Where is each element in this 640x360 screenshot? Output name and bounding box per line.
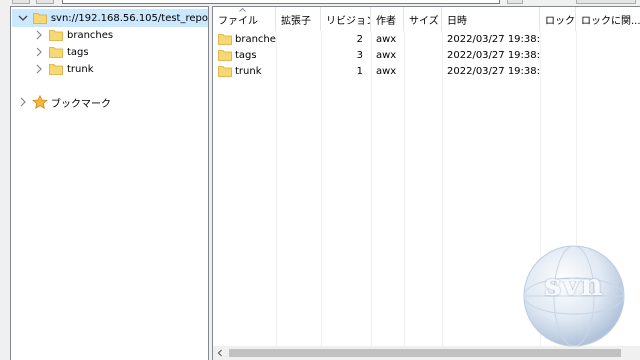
- chevron-right-icon[interactable]: [33, 63, 45, 75]
- cell-file: tags: [213, 47, 276, 63]
- cell-extension: [276, 63, 321, 79]
- cell-size: [404, 31, 442, 47]
- tree-item-label: ブックマーク: [51, 98, 111, 110]
- scroll-left-icon[interactable]: [215, 348, 225, 358]
- tree-item-root[interactable]: svn://192.168.56.105/test_repo: [12, 9, 208, 27]
- folder-icon: [218, 49, 232, 61]
- list-header: ファイル 拡張子 リビジョン 作者 サイズ 日時 ロック ロックに関...: [213, 7, 640, 31]
- cell-date: 2022/03/27 19:38:36: [447, 33, 540, 45]
- column-header-extension[interactable]: 拡張子: [276, 7, 321, 31]
- cell-file-name: trunk: [235, 65, 262, 77]
- list-body: branches 2 awx 2022/03/27 19:38:36 tags …: [213, 31, 640, 79]
- list-row-trunk[interactable]: trunk 1 awx 2022/03/27 19:38:34: [213, 63, 640, 79]
- column-header-label: 拡張子: [281, 15, 311, 27]
- folder-icon: [49, 46, 63, 58]
- cell-lock-info: [576, 47, 640, 63]
- column-separator: [321, 31, 322, 351]
- column-header-label: 作者: [376, 15, 396, 27]
- cell-extension: [276, 47, 321, 63]
- go-button[interactable]: [576, 0, 636, 4]
- column-header-label: リビジョン: [326, 15, 371, 27]
- column-header-date[interactable]: 日時: [442, 7, 540, 31]
- tree-item-label: branches: [67, 29, 114, 41]
- tree-item-label: svn://192.168.56.105/test_repo: [50, 12, 208, 24]
- cell-lock-info: [576, 31, 640, 47]
- star-icon: [32, 94, 48, 110]
- folder-icon: [49, 29, 63, 41]
- cell-author: awx: [376, 49, 397, 61]
- column-header-revision[interactable]: リビジョン: [321, 7, 371, 31]
- cell-revision: 3: [356, 49, 363, 61]
- chevron-right-icon[interactable]: [33, 29, 45, 41]
- tree-item-bookmarks[interactable]: ブックマーク: [12, 93, 208, 111]
- repository-tree[interactable]: svn://192.168.56.105/test_repo branches …: [10, 6, 209, 360]
- column-separator: [276, 31, 277, 351]
- url-input[interactable]: [62, 0, 500, 4]
- cell-date: 2022/03/27 19:38:34: [447, 65, 540, 77]
- cell-file-name: tags: [235, 49, 257, 61]
- chevron-down-icon[interactable]: [17, 12, 29, 24]
- column-header-lock-info[interactable]: ロックに関...: [576, 7, 640, 31]
- cell-extension: [276, 31, 321, 47]
- cell-lock: [540, 47, 576, 63]
- column-header-size[interactable]: サイズ: [404, 7, 442, 31]
- cell-lock: [540, 31, 576, 47]
- column-header-label: 日時: [447, 15, 467, 27]
- toolbar-strip: [0, 0, 640, 5]
- tree-item-label: tags: [67, 46, 89, 58]
- list-row-branches[interactable]: branches 2 awx 2022/03/27 19:38:36: [213, 31, 640, 47]
- cell-size: [404, 47, 442, 63]
- tree-item-trunk[interactable]: trunk: [12, 60, 208, 78]
- svn-logo-watermark: svn: [518, 240, 630, 352]
- column-header-label: ロック: [545, 15, 575, 27]
- folder-icon: [49, 63, 63, 75]
- url-dropdown-button[interactable]: [507, 0, 523, 4]
- tree-item-label: trunk: [67, 63, 94, 75]
- cell-date: 2022/03/27 19:38:38: [447, 49, 540, 61]
- tree-item-tags[interactable]: tags: [12, 43, 208, 61]
- tree-item-branches[interactable]: branches: [12, 26, 208, 44]
- column-separator: [442, 31, 443, 351]
- folder-icon: [218, 33, 232, 45]
- folder-icon: [32, 12, 47, 24]
- back-button[interactable]: [12, 0, 30, 4]
- watermark-text: svn: [544, 268, 604, 303]
- chevron-right-icon[interactable]: [33, 46, 45, 58]
- folder-icon: [218, 65, 232, 77]
- cell-revision: 2: [356, 33, 363, 45]
- column-header-label: サイズ: [409, 15, 439, 27]
- cell-file-name: branches: [235, 33, 276, 45]
- column-header-label: ロックに関...: [581, 15, 640, 27]
- cell-size: [404, 63, 442, 79]
- cell-author: awx: [376, 33, 397, 45]
- column-header-lock[interactable]: ロック: [540, 7, 576, 31]
- cell-author: awx: [376, 65, 397, 77]
- cell-revision: 1: [356, 65, 363, 77]
- column-header-author[interactable]: 作者: [371, 7, 404, 31]
- column-separator: [404, 31, 405, 351]
- cell-lock-info: [576, 63, 640, 79]
- list-row-tags[interactable]: tags 3 awx 2022/03/27 19:38:38: [213, 47, 640, 63]
- forward-button[interactable]: [36, 0, 54, 4]
- chevron-right-icon[interactable]: [17, 96, 29, 108]
- cell-file: branches: [213, 31, 276, 47]
- column-header-file[interactable]: ファイル: [213, 7, 276, 31]
- column-separator: [371, 31, 372, 351]
- cell-file: trunk: [213, 63, 276, 79]
- cell-lock: [540, 63, 576, 79]
- column-header-label: ファイル: [218, 15, 258, 27]
- sort-ascending-icon: [239, 8, 246, 12]
